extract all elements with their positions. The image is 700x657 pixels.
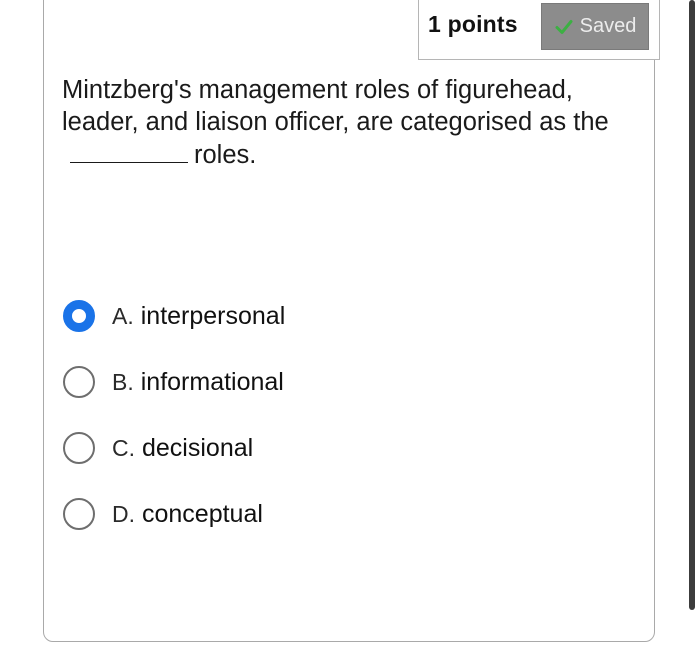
option-text: interpersonal [140,301,286,330]
answer-blank [70,138,188,163]
option-c[interactable]: C. decisional [63,432,253,464]
option-b[interactable]: B. informational [63,366,284,398]
option-letter: C. [112,434,135,461]
option-d[interactable]: D. conceptual [63,498,263,530]
option-text: informational [140,367,284,396]
question-text-after: roles. [194,141,257,169]
radio-button[interactable] [63,366,95,398]
option-letter: B. [112,368,134,395]
points-label: 1 points [428,11,518,37]
checkmark-icon [555,19,573,34]
option-letter: A. [112,302,134,329]
radio-button[interactable] [63,498,95,530]
option-a[interactable]: A. interpersonal [63,300,285,332]
saved-status-badge: Saved [541,3,649,50]
vertical-scrollbar[interactable] [689,0,695,610]
question-text-before: Mintzberg's management roles of figurehe… [62,76,609,136]
question-text: Mintzberg's management roles of figurehe… [62,74,622,171]
option-letter: D. [112,500,135,527]
radio-button[interactable] [63,432,95,464]
quiz-page: 1 points Saved Mintzberg's management ro… [0,0,700,657]
option-text: conceptual [142,499,263,528]
radio-button-selected[interactable] [63,300,95,332]
option-text: decisional [142,433,254,462]
saved-label: Saved [579,15,637,37]
